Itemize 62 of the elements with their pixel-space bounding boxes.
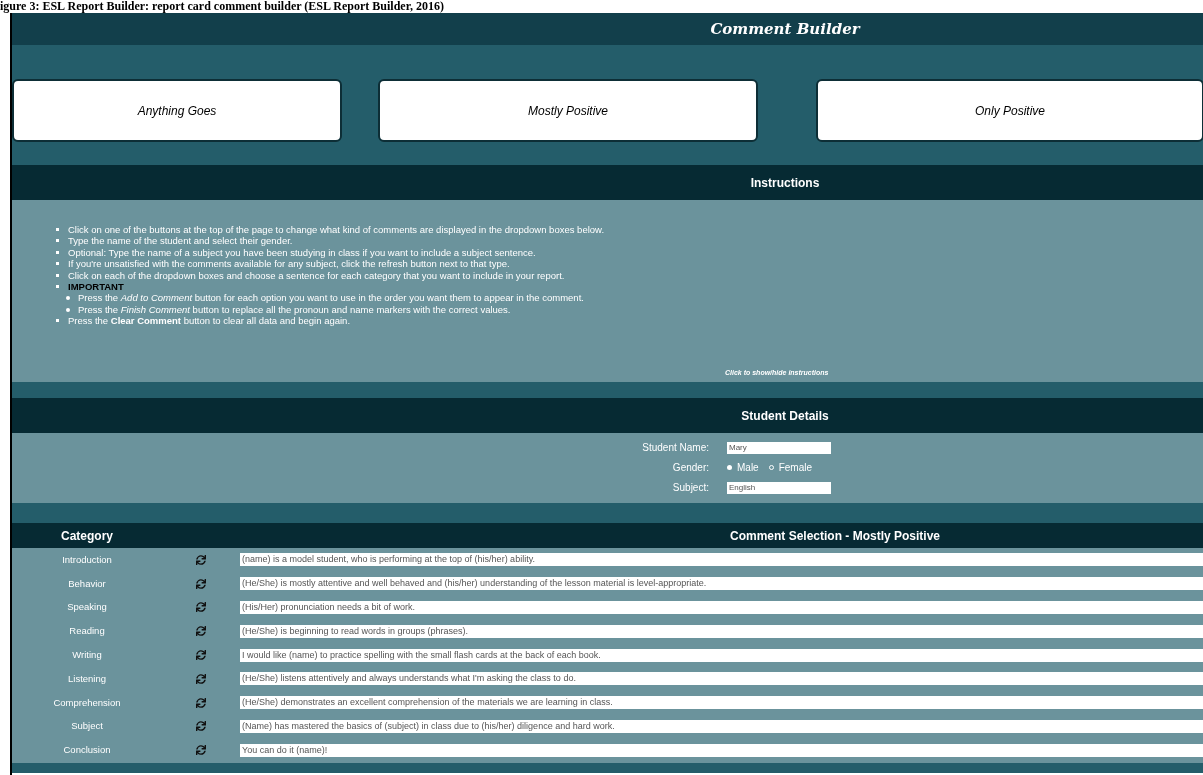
- instruction-text: Optional: Type the name of a subject you have been studying in class if you want to include a subject sentence.: [68, 246, 536, 259]
- radio-label: Female: [778, 461, 813, 475]
- bullet-icon: [56, 250, 59, 254]
- page-title: Comment Builder: [710, 18, 860, 40]
- comment-dropdown[interactable]: (He/She) demonstrates an excellent comprehension of the materials we are learning in class.: [240, 696, 1203, 710]
- field-label: Gender:: [671, 461, 709, 475]
- instruction-text: Press the Finish Comment button to replace all the pronoun and name markers with the correct values.: [78, 303, 511, 316]
- refresh-icon[interactable]: [196, 650, 206, 661]
- refresh-icon[interactable]: [196, 626, 206, 637]
- refresh-icon[interactable]: [196, 745, 206, 756]
- field-label: Subject:: [671, 481, 709, 495]
- instruction-text: IMPORTANT: [68, 281, 124, 293]
- refresh-icon[interactable]: [196, 673, 206, 684]
- instruction-text: Type the name of the student and select their gender.: [68, 235, 293, 247]
- category-label: Behavior: [67, 576, 107, 591]
- column-heading: Comment Selection - Mostly Positive: [728, 527, 941, 545]
- bullet-icon: [56, 228, 59, 231]
- category-label: Conclusion: [62, 743, 112, 758]
- bullet-icon: [66, 296, 70, 301]
- comment-dropdown[interactable]: (He/She) listens attentively and always understands what I'm asking the class to do.: [240, 672, 1203, 686]
- instruction-text: Click on one of the buttons at the top of the page to change what kind of comments are displayed in the dropdown boxes below.: [68, 224, 605, 236]
- mode-button[interactable]: Only Positive: [816, 79, 1203, 142]
- student-details-heading: Student Details: [741, 407, 829, 425]
- refresh-icon[interactable]: [196, 721, 206, 732]
- radio-button[interactable]: [727, 465, 732, 470]
- radio-label: Male: [737, 461, 759, 475]
- student-name-field[interactable]: Mary: [727, 441, 831, 454]
- comment-dropdown[interactable]: (Name) has mastered the basics of (subject) in class due to (his/her) diligence and hard work.: [240, 719, 1203, 733]
- comment-dropdown[interactable]: (His/Her) pronunciation needs a bit of work.: [240, 601, 1203, 614]
- category-label: Listening: [67, 671, 107, 686]
- comment-dropdown[interactable]: I would like (name) to practice spelling with the small flash cards at the back of each book.: [240, 648, 1203, 662]
- bullet-icon: [56, 285, 59, 289]
- category-label: Subject: [70, 719, 104, 734]
- bullet-icon: [56, 239, 59, 243]
- category-label: Comprehension: [52, 695, 122, 710]
- refresh-icon[interactable]: [196, 602, 206, 613]
- category-label: Reading: [68, 624, 106, 639]
- mode-button[interactable]: Anything Goes: [12, 79, 342, 142]
- instructions-heading: Instructions: [750, 174, 820, 192]
- bullet-icon: [66, 307, 70, 312]
- comment-dropdown[interactable]: (He/She) is beginning to read words in groups (phrases).: [240, 624, 1203, 638]
- category-label: Writing: [71, 647, 103, 662]
- refresh-icon[interactable]: [196, 578, 206, 589]
- mode-button[interactable]: Mostly Positive: [378, 79, 758, 142]
- bullet-icon: [56, 319, 59, 323]
- instruction-text: Click on each of the dropdown boxes and choose a sentence for each category that you want to include in your report.: [68, 269, 565, 282]
- bullet-icon: [56, 262, 59, 266]
- instruction-text: If you're unsatisfied with the comments available for any subject, click the refresh button next to that type.: [68, 258, 510, 270]
- comment-dropdown[interactable]: (He/She) is mostly attentive and well behaved and (his/her) understanding of the lesson material is level-appropriate.: [240, 577, 1203, 591]
- subject-field[interactable]: English: [727, 481, 831, 494]
- bullet-icon: [56, 273, 59, 277]
- category-label: Introduction: [61, 552, 113, 567]
- field-label: Student Name:: [641, 441, 709, 455]
- instruction-text: Press the Add to Comment button for each option you want to use in the order you want them to appear in the comment.: [78, 292, 584, 304]
- column-heading: Category: [60, 527, 114, 545]
- comment-dropdown[interactable]: (name) is a model student, who is performing at the top of (his/her) ability.: [240, 553, 1203, 567]
- instruction-text: Press the Clear Comment button to clear all data and begin again.: [68, 315, 350, 327]
- figure-caption: igure 3: ESL Report Builder: report card comment builder (ESL Report Builder, 2016): [0, 0, 444, 13]
- comment-dropdown[interactable]: You can do it (name)!: [240, 743, 1203, 757]
- category-label: Speaking: [66, 600, 108, 615]
- refresh-icon[interactable]: [196, 554, 206, 565]
- refresh-icon[interactable]: [196, 697, 206, 708]
